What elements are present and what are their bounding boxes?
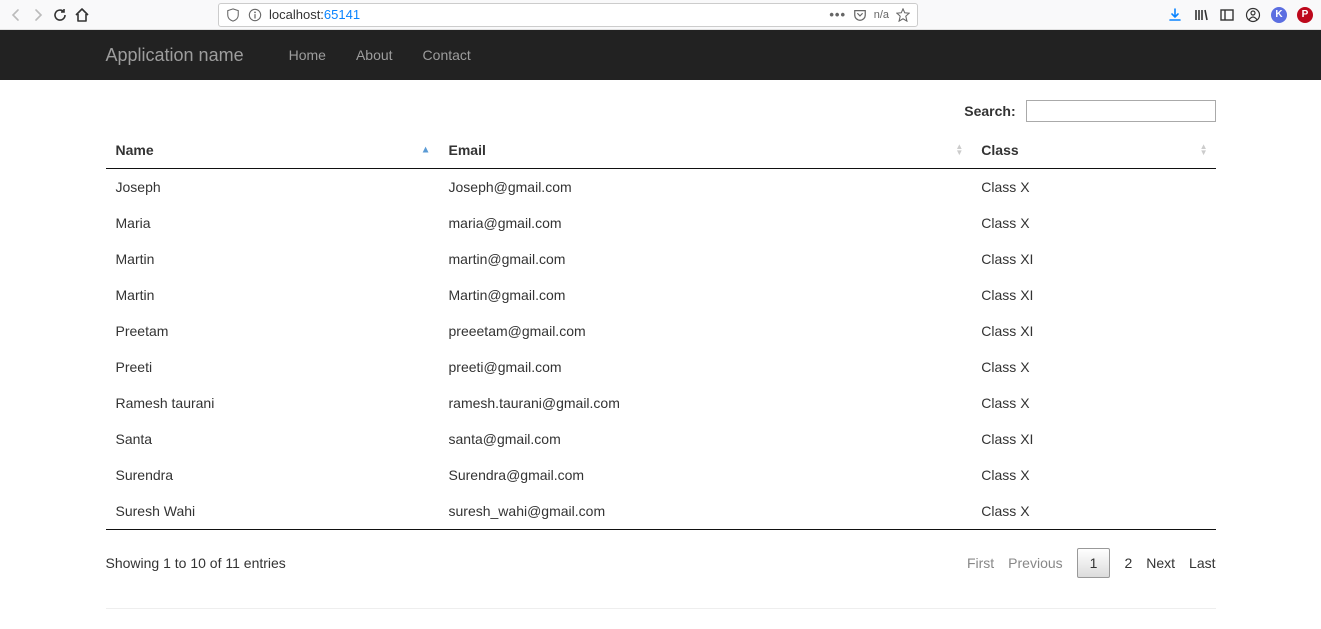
paginate-page-2[interactable]: 2 [1124,555,1132,571]
cell-class: Class XI [971,277,1215,313]
cell-email: martin@gmail.com [439,241,972,277]
table-row: JosephJoseph@gmail.comClass X [106,169,1216,206]
cell-name: Maria [106,205,439,241]
cell-name: Ramesh taurani [106,385,439,421]
cell-class: Class XI [971,313,1215,349]
paginate-first[interactable]: First [967,555,994,571]
table-bottom-bar: Showing 1 to 10 of 11 entries First Prev… [106,540,1216,578]
sort-both-icon: ▲▼ [1200,144,1208,156]
nav-link-home[interactable]: Home [274,32,341,78]
paginate-last[interactable]: Last [1189,555,1215,571]
table-row: Santasanta@gmail.comClass XI [106,421,1216,457]
browser-right-icons: K P [1167,7,1313,23]
info-icon[interactable] [247,7,263,23]
cell-email: preeti@gmail.com [439,349,972,385]
account-icon[interactable] [1245,7,1261,23]
cell-name: Joseph [106,169,439,206]
home-icon[interactable] [74,7,90,23]
url-text: localhost:65141 [269,7,824,22]
main-container: Search: Name ▲ Email ▲▼ Class ▲▼ Joseph [91,80,1231,629]
cell-email: ramesh.taurani@gmail.com [439,385,972,421]
cell-class: Class X [971,385,1215,421]
cell-email: Martin@gmail.com [439,277,972,313]
paginate-previous[interactable]: Previous [1008,555,1062,571]
cell-class: Class XI [971,421,1215,457]
downloads-icon[interactable] [1167,7,1183,23]
column-header-email[interactable]: Email ▲▼ [439,132,972,169]
cell-class: Class X [971,493,1215,530]
cell-email: Surendra@gmail.com [439,457,972,493]
cell-email: maria@gmail.com [439,205,972,241]
browser-nav-icons [8,7,90,23]
cell-name: Surendra [106,457,439,493]
paginate-next[interactable]: Next [1146,555,1175,571]
search-label: Search: [964,103,1215,119]
pocket-icon[interactable] [852,7,868,23]
sort-asc-icon: ▲ [421,145,431,156]
column-header-class[interactable]: Class ▲▼ [971,132,1215,169]
table-row: Preetipreeti@gmail.comClass X [106,349,1216,385]
cell-class: Class XI [971,241,1215,277]
nav-links: Home About Contact [274,32,486,78]
cell-email: preeetam@gmail.com [439,313,972,349]
browser-chrome: localhost:65141 ••• n/a K P [0,0,1321,30]
cell-email: Joseph@gmail.com [439,169,972,206]
table-row: Ramesh tauraniramesh.taurani@gmail.comCl… [106,385,1216,421]
cell-name: Preetam [106,313,439,349]
table-info: Showing 1 to 10 of 11 entries [106,555,286,571]
sidebar-icon[interactable] [1219,7,1235,23]
search-filter: Search: [106,100,1216,122]
table-header-row: Name ▲ Email ▲▼ Class ▲▼ [106,132,1216,169]
sort-both-icon: ▲▼ [955,144,963,156]
shield-icon[interactable] [225,7,241,23]
pagination: First Previous 1 2 Next Last [967,548,1216,578]
table-row: Preetampreeetam@gmail.comClass XI [106,313,1216,349]
library-icon[interactable] [1193,7,1209,23]
more-icon[interactable]: ••• [830,7,846,23]
table-row: SurendraSurendra@gmail.comClass X [106,457,1216,493]
cell-name: Suresh Wahi [106,493,439,530]
cell-class: Class X [971,457,1215,493]
table-row: Martinmartin@gmail.comClass XI [106,241,1216,277]
reload-icon[interactable] [52,7,68,23]
cell-name: Santa [106,421,439,457]
extension-k-icon[interactable]: K [1271,7,1287,23]
cell-class: Class X [971,349,1215,385]
nav-link-contact[interactable]: Contact [408,32,486,78]
table-row: Suresh Wahisuresh_wahi@gmail.comClass X [106,493,1216,530]
cell-class: Class X [971,169,1215,206]
cell-name: Martin [106,241,439,277]
cell-name: Preeti [106,349,439,385]
navbar-brand[interactable]: Application name [106,45,244,66]
data-table: Name ▲ Email ▲▼ Class ▲▼ JosephJoseph@gm… [106,132,1216,530]
nav-link-about[interactable]: About [341,32,408,78]
footer-rule [106,608,1216,609]
back-icon[interactable] [8,7,24,23]
bookmark-star-icon[interactable] [895,7,911,23]
cell-name: Martin [106,277,439,313]
cell-email: santa@gmail.com [439,421,972,457]
tracking-label: n/a [874,9,889,21]
column-header-name[interactable]: Name ▲ [106,132,439,169]
cell-email: suresh_wahi@gmail.com [439,493,972,530]
table-row: MartinMartin@gmail.comClass XI [106,277,1216,313]
search-input[interactable] [1026,100,1216,122]
navbar: Application name Home About Contact [0,30,1321,80]
pinterest-icon[interactable]: P [1297,7,1313,23]
cell-class: Class X [971,205,1215,241]
table-row: Mariamaria@gmail.comClass X [106,205,1216,241]
paginate-page-1[interactable]: 1 [1077,548,1111,578]
address-bar[interactable]: localhost:65141 ••• n/a [218,3,918,27]
forward-icon[interactable] [30,7,46,23]
